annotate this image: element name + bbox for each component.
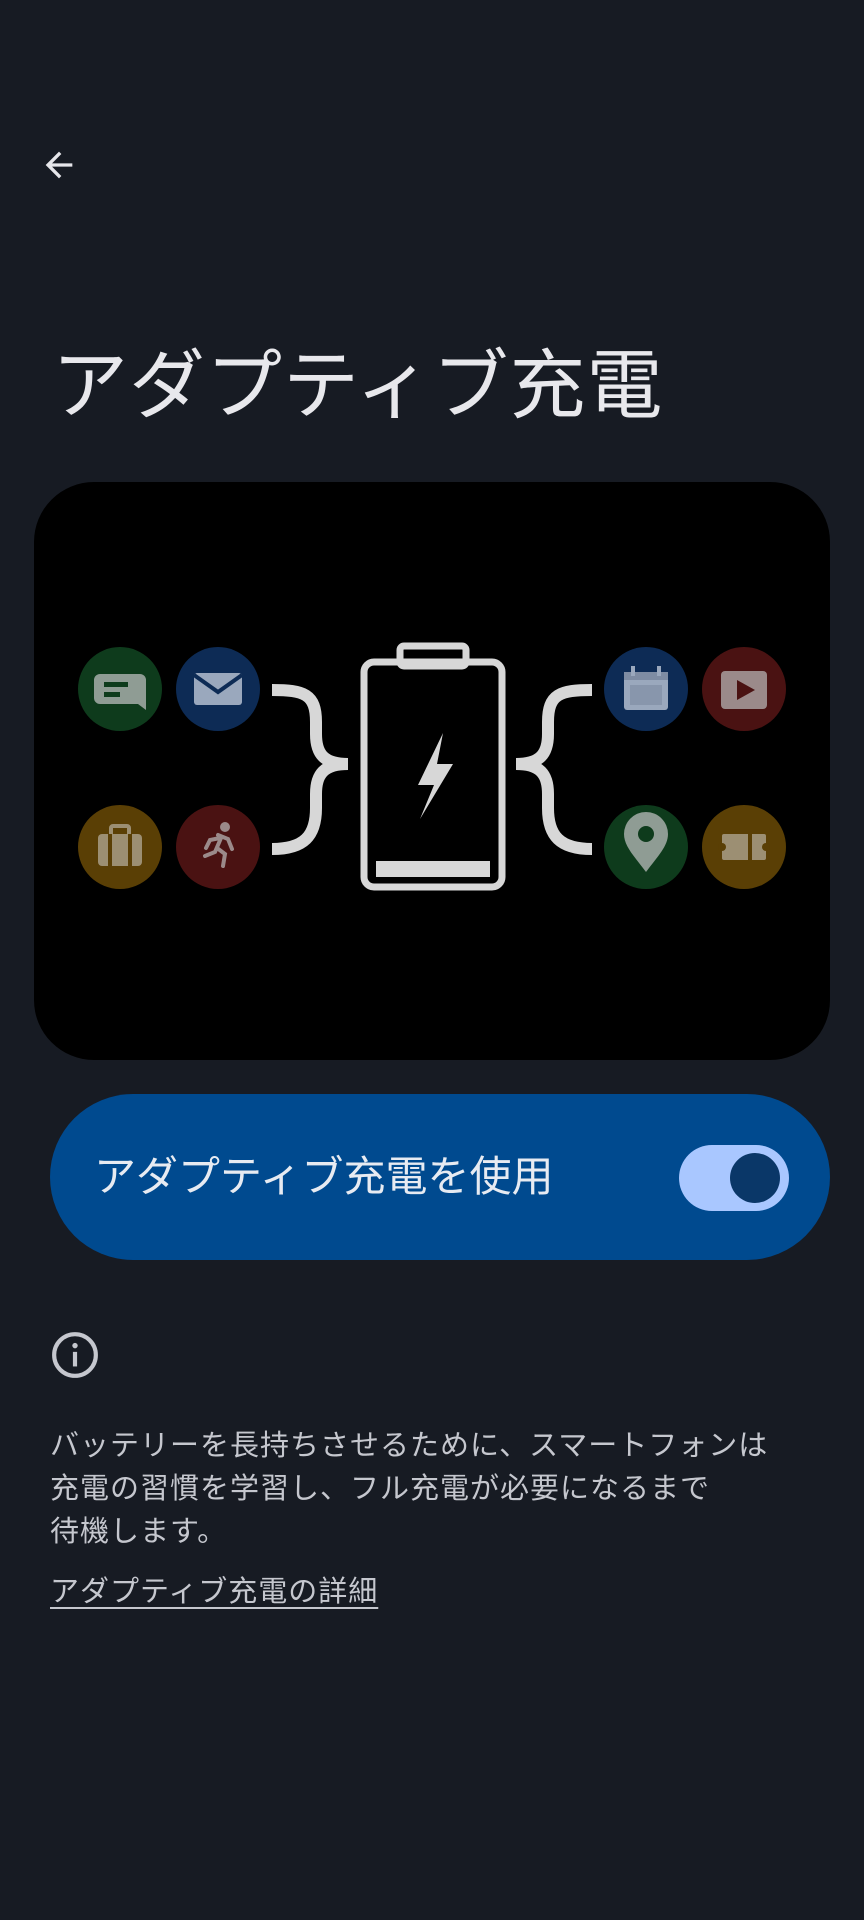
briefcase-icon [78,805,162,889]
back-button[interactable] [26,132,92,198]
chat-icon [78,647,162,731]
running-icon [176,805,260,889]
mail-icon [176,647,260,731]
switch-knob [730,1153,780,1203]
map-pin-icon [604,805,688,889]
info-icon [52,1332,98,1378]
battery-charging-icon [360,642,506,891]
toggle-label: アダプティブ充電を使用 [94,1152,554,1201]
calendar-icon [604,647,688,731]
video-icon [702,647,786,731]
learn-more-link[interactable]: アダプティブ充電の詳細 [50,1570,378,1613]
left-brace [271,684,349,855]
page-title: アダプティブ充電 [52,341,664,430]
ticket-icon [702,805,786,889]
right-brace [515,684,593,855]
adaptive-charging-screen: アダプティブ充電 アダプティブ充電を使用 バッテリーを長持ちさせるために、スマー… [0,0,864,1920]
adaptive-charging-switch[interactable] [679,1145,789,1211]
description-text: バッテリーを長持ちさせるために、スマートフォンは 充電の習慣を学習し、フル充電が… [50,1428,769,1548]
use-adaptive-charging-toggle-row[interactable]: アダプティブ充電を使用 [50,1094,830,1260]
adaptive-charging-illustration [34,482,830,1060]
arrow-back-icon [45,151,73,179]
